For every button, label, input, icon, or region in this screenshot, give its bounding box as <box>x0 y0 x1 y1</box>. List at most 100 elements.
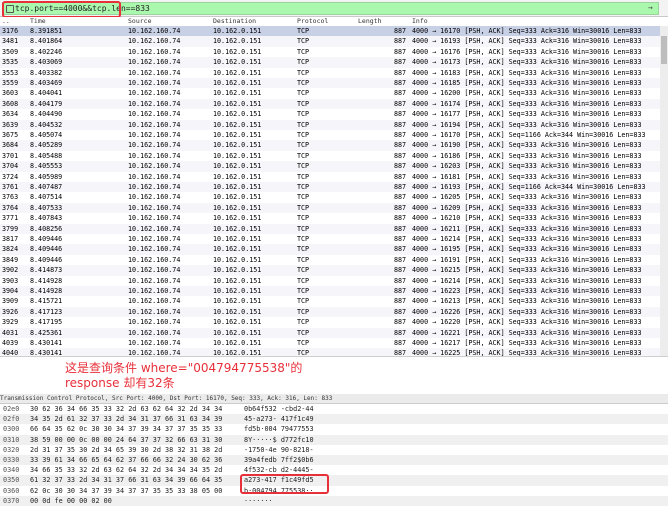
bytes-off: 02f0 <box>3 415 20 424</box>
bytes-off: 0350 <box>3 476 20 485</box>
bytes-row[interactable]: 0300 66 64 35 62 0c 30 30 34 37 39 34 37 … <box>0 424 668 434</box>
packet-row[interactable]: 3799 8.408256 10.162.160.74 10.162.0.151 TCP… <box>0 223 660 234</box>
packet-row[interactable]: 3603 8.404041 10.162.160.74 10.162.0.151 TCP… <box>0 88 660 98</box>
column-header-info[interactable]: Info <box>412 17 428 26</box>
packet-row[interactable]: 3904 8.414928 10.162.160.74 10.162.0.151 TCP… <box>0 286 660 297</box>
packet-row[interactable]: 3553 8.403382 10.162.160.74 10.162.0.151 TCP… <box>0 68 660 78</box>
apply-filter-arrow-icon[interactable]: → <box>648 4 656 12</box>
packet-list-scrollbar[interactable] <box>660 26 668 356</box>
bytes-row[interactable]: 0360 62 0c 30 30 34 37 39 34 37 37 35 35 … <box>0 486 668 496</box>
packet-cell-src: 10.162.160.74 <box>128 162 181 171</box>
packet-row[interactable]: 4031 8.425361 10.162.160.74 10.162.0.151 TCP… <box>0 327 660 338</box>
packet-row[interactable]: 3684 8.405289 10.162.160.74 10.162.0.151 TCP… <box>0 140 660 151</box>
packet-list[interactable]: 3176 8.391851 10.162.160.74 10.162.0.151 TCP… <box>0 26 668 356</box>
bytes-row[interactable]: 0330 33 39 61 34 66 65 64 62 37 66 66 32 … <box>0 455 668 466</box>
packet-row[interactable]: 3704 8.405553 10.162.160.74 10.162.0.151 TCP… <box>0 161 660 172</box>
packet-cell-len: 887 <box>394 151 407 160</box>
packet-row[interactable]: 3724 8.405989 10.162.160.74 10.162.0.151 TCP… <box>0 172 660 182</box>
packet-row[interactable]: 3481 8.401864 10.162.160.74 10.162.0.151 TCP… <box>0 36 660 47</box>
packet-cell-no: 3763 <box>2 193 19 202</box>
packet-cell-len: 887 <box>394 141 407 150</box>
packet-cell-info: 4000 → 16185 [PSH, ACK] Seq=333 Ack=316 … <box>412 79 642 87</box>
bytes-row[interactable]: 02f0 34 35 2d 61 32 37 33 2d 34 31 37 66 … <box>0 414 668 425</box>
packet-row[interactable]: 3902 8.414873 10.162.160.74 10.162.0.151 TCP… <box>0 265 660 276</box>
packet-cell-src: 10.162.160.74 <box>128 287 181 295</box>
packet-cell-dst: 10.162.0.151 <box>213 47 262 56</box>
column-header-destination[interactable]: Destination <box>213 17 256 26</box>
packet-row[interactable]: 3903 8.414928 10.162.160.74 10.162.0.151 TCP… <box>0 276 660 286</box>
packet-row[interactable]: 3929 8.417195 10.162.160.74 10.162.0.151 TCP… <box>0 317 660 327</box>
packet-cell-len: 887 <box>394 339 407 347</box>
column-header-source[interactable]: Source <box>128 17 151 26</box>
packet-cell-dst: 10.162.0.151 <box>213 89 262 98</box>
packet-cell-len: 887 <box>394 235 407 243</box>
packet-row[interactable]: 4040 8.430141 10.162.160.74 10.162.0.151 TCP… <box>0 348 660 356</box>
packet-row[interactable]: 3559 8.403469 10.162.160.74 10.162.0.151 TCP… <box>0 78 660 89</box>
packet-detail-tcp-row[interactable]: Transmission Control Protocol, Src Port:… <box>0 394 668 404</box>
column-header-length[interactable]: Length <box>358 17 381 26</box>
packet-cell-time: 8.417123 <box>30 307 63 316</box>
packet-row[interactable]: 3634 8.404490 10.162.160.74 10.162.0.151 TCP… <box>0 109 660 119</box>
packet-cell-time: 8.409446 <box>30 255 63 264</box>
packet-cell-dst: 10.162.0.151 <box>213 37 262 46</box>
packet-cell-len: 887 <box>394 203 407 212</box>
bytes-row[interactable]: 0320 2d 31 37 35 30 2d 34 65 39 30 2d 38 … <box>0 445 668 455</box>
packet-cell-dst: 10.162.0.151 <box>213 193 262 202</box>
packet-row[interactable]: 3909 8.415721 10.162.160.74 10.162.0.151 TCP… <box>0 296 660 306</box>
packet-cell-proto: TCP <box>297 276 310 285</box>
packet-cell-src: 10.162.160.74 <box>128 297 181 306</box>
packet-row[interactable]: 3701 8.405488 10.162.160.74 10.162.0.151 TCP… <box>0 151 660 161</box>
packet-cell-src: 10.162.160.74 <box>128 224 181 233</box>
packet-cell-src: 10.162.160.74 <box>128 255 181 264</box>
packet-cell-no: 4039 <box>2 339 19 347</box>
packet-cell-info: 4000 → 16173 [PSH, ACK] Seq=333 Ack=316 … <box>412 58 642 67</box>
column-header-time[interactable]: Time <box>30 17 46 26</box>
packet-row[interactable]: 3176 8.391851 10.162.160.74 10.162.0.151 TCP… <box>0 26 660 37</box>
packet-cell-dst: 10.162.0.151 <box>213 266 262 275</box>
packet-cell-no: 3761 <box>2 183 19 191</box>
bytes-row[interactable]: 02e0 30 62 36 34 66 35 33 32 2d 63 62 64 … <box>0 404 668 414</box>
packet-cell-dst: 10.162.0.151 <box>213 255 262 264</box>
packet-cell-no: 3904 <box>2 287 19 295</box>
bytes-row[interactable]: 0370 00 0d fe 00 00 02 00 ······· <box>0 495 668 506</box>
packet-row[interactable]: 3764 8.407533 10.162.160.74 10.162.0.151 TCP… <box>0 202 660 214</box>
packet-cell-time: 8.414873 <box>30 266 63 275</box>
packet-cell-proto: TCP <box>297 151 310 160</box>
bytes-row[interactable]: 0350 61 32 37 33 2d 34 31 37 66 31 63 34 … <box>0 475 668 486</box>
bytes-row[interactable]: 0340 34 66 35 33 32 2d 63 62 64 32 2d 34 … <box>0 465 668 475</box>
packet-row[interactable]: 3849 8.409446 10.162.160.74 10.162.0.151 TCP… <box>0 255 660 265</box>
packet-cell-proto: TCP <box>297 266 310 275</box>
packet-cell-proto: TCP <box>297 58 310 67</box>
column-header-no[interactable]: .. <box>2 17 10 26</box>
packet-cell-src: 10.162.160.74 <box>128 193 181 202</box>
packet-cell-time: 8.430141 <box>30 349 63 356</box>
packet-row[interactable]: 3608 8.404179 10.162.160.74 10.162.0.151 TCP… <box>0 98 660 110</box>
packet-bytes-pane[interactable]: 02e0 30 62 36 34 66 35 33 32 2d 63 62 64 … <box>0 404 668 506</box>
packet-row[interactable]: 3675 8.405074 10.162.160.74 10.162.0.151 TCP… <box>0 130 660 140</box>
scrollbar-thumb[interactable] <box>661 36 667 64</box>
bytes-row[interactable]: 0310 38 59 00 00 0c 00 00 24 64 37 37 32 … <box>0 434 668 445</box>
packet-row[interactable]: 4039 8.430141 10.162.160.74 10.162.0.151 TCP… <box>0 338 660 348</box>
bytes-ascii: ······· <box>244 496 273 505</box>
packet-cell-time: 8.405553 <box>30 162 63 171</box>
packet-cell-time: 8.405488 <box>30 151 63 160</box>
packet-row[interactable]: 3639 8.404532 10.162.160.74 10.162.0.151 TCP… <box>0 119 660 130</box>
packet-row[interactable]: 3763 8.407514 10.162.160.74 10.162.0.151 TCP… <box>0 192 660 202</box>
packet-cell-info: 4000 → 16214 [PSH, ACK] Seq=333 Ack=316 … <box>412 235 642 243</box>
packet-cell-dst: 10.162.0.151 <box>213 203 262 212</box>
packet-row[interactable]: 3761 8.407487 10.162.160.74 10.162.0.151 TCP… <box>0 182 660 193</box>
packet-row[interactable]: 3509 8.402246 10.162.160.74 10.162.0.151 TCP… <box>0 47 660 57</box>
packet-cell-time: 8.401864 <box>30 37 63 46</box>
packet-cell-time: 8.404179 <box>30 99 63 108</box>
column-header-protocol[interactable]: Protocol <box>297 17 328 26</box>
packet-cell-time: 8.404532 <box>30 120 63 129</box>
packet-row[interactable]: 3771 8.407843 10.162.160.74 10.162.0.151 TCP… <box>0 213 660 223</box>
packet-cell-proto: TCP <box>297 297 310 306</box>
packet-row[interactable]: 3535 8.403069 10.162.160.74 10.162.0.151 TCP… <box>0 57 660 68</box>
packet-row[interactable]: 3926 8.417123 10.162.160.74 10.162.0.151 TCP… <box>0 306 660 318</box>
packet-row[interactable]: 3817 8.409446 10.162.160.74 10.162.0.151 TCP… <box>0 234 660 244</box>
packet-row[interactable]: 3824 8.409446 10.162.160.74 10.162.0.151 TCP… <box>0 244 660 255</box>
packet-cell-time: 8.405989 <box>30 172 63 181</box>
packet-cell-info: 4000 → 16203 [PSH, ACK] Seq=333 Ack=316 … <box>412 162 642 171</box>
packet-cell-time: 8.407843 <box>30 214 63 223</box>
